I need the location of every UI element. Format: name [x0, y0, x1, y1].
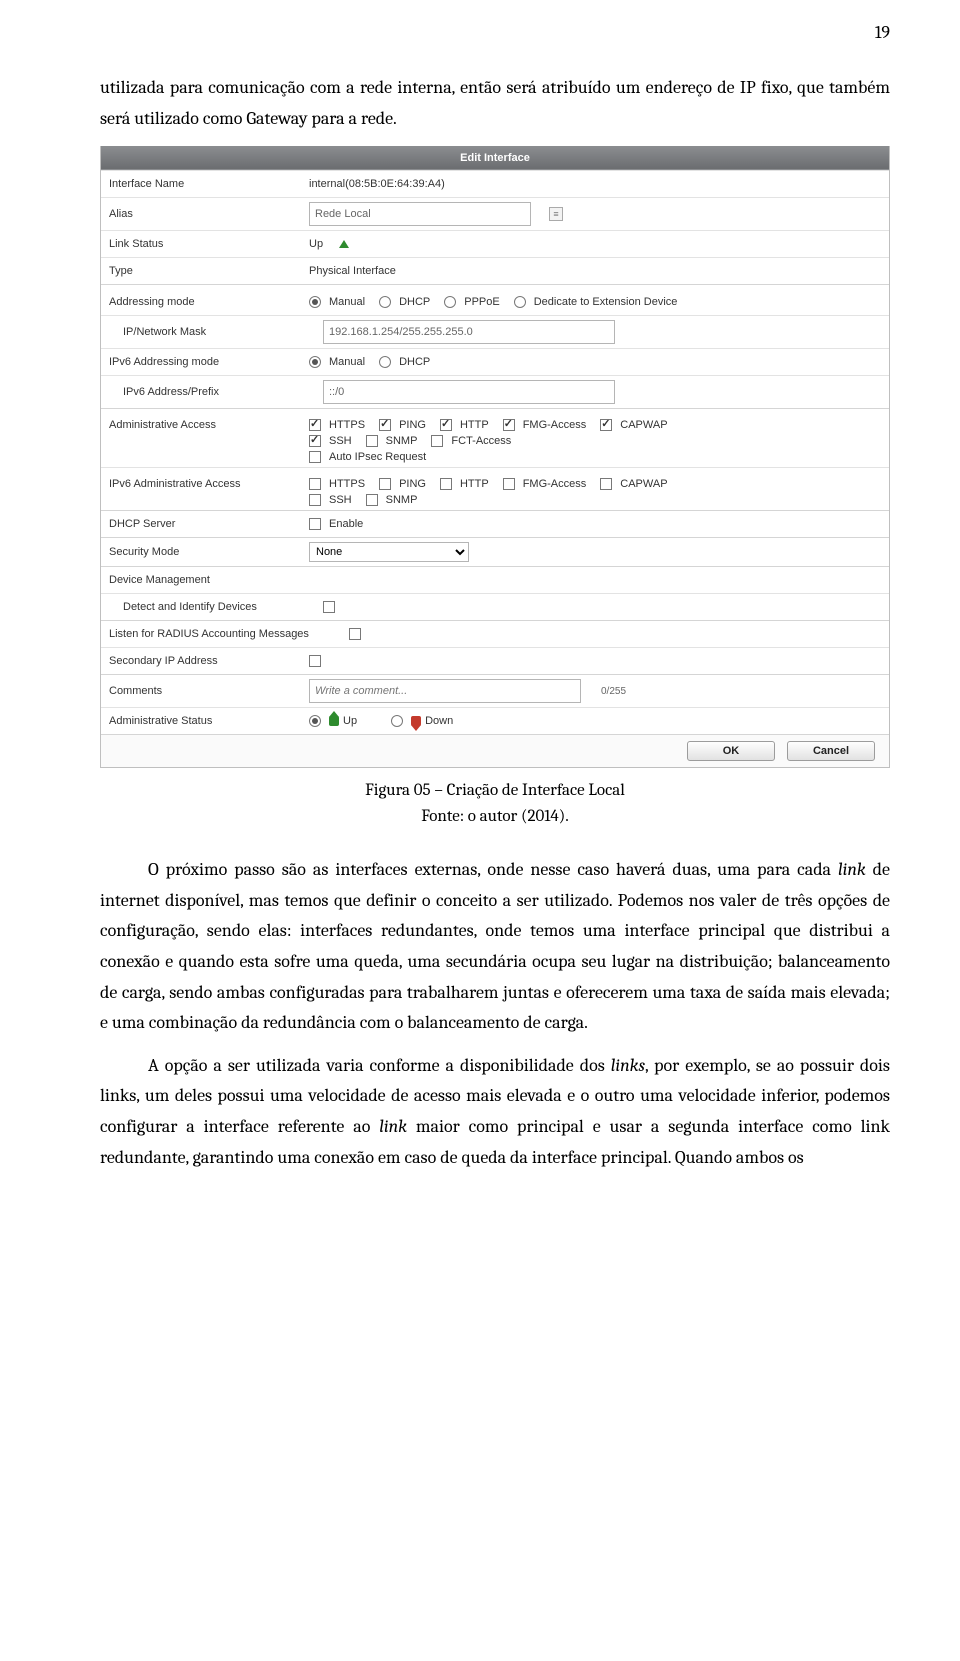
arrow-up-icon [339, 240, 349, 248]
chk-ping[interactable]: PING [379, 419, 426, 431]
chk-snmp[interactable]: SNMP [366, 435, 418, 447]
radio-dedicate[interactable]: Dedicate to Extension Device [514, 296, 678, 308]
comments-input[interactable] [309, 679, 581, 703]
checkbox-icon [366, 494, 378, 506]
radio-status-up[interactable]: Up [309, 715, 357, 727]
value-type: Physical Interface [305, 261, 889, 281]
radio-icon [391, 715, 403, 727]
checkbox-icon [431, 435, 443, 447]
label-link-status: Link Status [101, 234, 305, 254]
checkbox-icon [440, 478, 452, 490]
radio-icon [444, 296, 456, 308]
label-admin-access: Administrative Access [101, 415, 305, 435]
security-mode-select[interactable]: None [309, 542, 469, 562]
page-number: 19 [100, 22, 890, 43]
radio-status-down[interactable]: Down [391, 715, 453, 727]
chk-https[interactable]: HTTPS [309, 419, 365, 431]
chk-autoipsec[interactable]: Auto IPsec Request [309, 451, 426, 463]
figure-caption: Figura 05 – Criação de Interface Local F… [100, 778, 890, 829]
radio-icon [514, 296, 526, 308]
chk-http[interactable]: HTTP [440, 419, 489, 431]
label-radius: Listen for RADIUS Accounting Messages [101, 624, 345, 644]
checkbox-icon [503, 478, 515, 490]
up-icon [329, 716, 339, 726]
radio-dhcp[interactable]: DHCP [379, 296, 430, 308]
chk-dhcp-enable[interactable]: Enable [309, 518, 363, 530]
checkbox-icon [503, 419, 515, 431]
caption-source: Fonte: o autor (2014). [421, 807, 569, 826]
label-admin-status: Administrative Status [101, 711, 305, 731]
cancel-button[interactable]: Cancel [787, 741, 875, 761]
label-detect-devices: Detect and Identify Devices [101, 597, 319, 617]
ok-button[interactable]: OK [687, 741, 775, 761]
value-interface-name: internal(08:5B:0E:64:39:A4) [305, 174, 889, 194]
label-type: Type [101, 261, 305, 281]
ip-mask-input[interactable] [323, 320, 615, 344]
chk6-https[interactable]: HTTPS [309, 478, 365, 490]
radio-icon [309, 356, 321, 368]
down-icon [411, 716, 421, 726]
chk6-snmp[interactable]: SNMP [366, 494, 418, 506]
radio-pppoe[interactable]: PPPoE [444, 296, 499, 308]
radio-icon [309, 296, 321, 308]
chk-secondary-ip[interactable] [309, 655, 325, 667]
radio-manual[interactable]: Manual [309, 296, 365, 308]
paragraph-2: O próximo passo são as interfaces extern… [100, 855, 890, 1039]
chk-fmg[interactable]: FMG-Access [503, 419, 587, 431]
ipv6-prefix-input[interactable] [323, 380, 615, 404]
caption-title: Figura 05 – Criação de Interface Local [365, 781, 625, 800]
checkbox-icon [349, 628, 361, 640]
label-secondary-ip: Secondary IP Address [101, 651, 305, 671]
p1-text: utilizada para comunicação com a rede in… [100, 77, 890, 129]
comments-counter: 0/255 [601, 686, 626, 697]
checkbox-icon [379, 478, 391, 490]
radio-icon [379, 296, 391, 308]
link-status-text: Up [309, 238, 323, 250]
radio-ipv6-manual[interactable]: Manual [309, 356, 365, 368]
label-ipv6-prefix: IPv6 Address/Prefix [101, 382, 319, 402]
history-icon[interactable]: ≡ [549, 207, 563, 221]
label-ipv6-mode: IPv6 Addressing mode [101, 352, 305, 372]
checkbox-icon [309, 435, 321, 447]
label-addressing-mode: Addressing mode [101, 292, 305, 312]
chk-radius[interactable] [349, 628, 365, 640]
label-interface-name: Interface Name [101, 174, 305, 194]
chk6-capwap[interactable]: CAPWAP [600, 478, 667, 490]
chk6-ssh[interactable]: SSH [309, 494, 352, 506]
chk6-fmg[interactable]: FMG-Access [503, 478, 587, 490]
chk-capwap[interactable]: CAPWAP [600, 419, 667, 431]
chk-ssh[interactable]: SSH [309, 435, 352, 447]
label-alias: Alias [101, 204, 305, 224]
chk-fct[interactable]: FCT-Access [431, 435, 511, 447]
radio-icon [379, 356, 391, 368]
label-ipv6-admin-access: IPv6 Administrative Access [101, 474, 305, 494]
chk-detect[interactable] [323, 601, 339, 613]
radio-ipv6-dhcp[interactable]: DHCP [379, 356, 430, 368]
label-dhcp-server: DHCP Server [101, 514, 305, 534]
label-comments: Comments [101, 681, 305, 701]
panel-title: Edit Interface [101, 146, 889, 170]
label-ip-mask: IP/Network Mask [101, 322, 319, 342]
checkbox-icon [309, 419, 321, 431]
radio-icon [309, 715, 321, 727]
checkbox-icon [309, 655, 321, 667]
label-security-mode: Security Mode [101, 542, 305, 562]
checkbox-icon [309, 451, 321, 463]
paragraph-1: utilizada para comunicação com a rede in… [100, 73, 890, 134]
alias-input[interactable] [309, 202, 531, 226]
chk6-http[interactable]: HTTP [440, 478, 489, 490]
checkbox-icon [600, 478, 612, 490]
checkbox-icon [309, 494, 321, 506]
label-device-management: Device Management [101, 570, 305, 590]
checkbox-icon [600, 419, 612, 431]
checkbox-icon [379, 419, 391, 431]
checkbox-icon [323, 601, 335, 613]
figure-screenshot: Edit Interface Interface Nameinternal(08… [100, 146, 890, 768]
checkbox-icon [366, 435, 378, 447]
paragraph-3: A opção a ser utilizada varia conforme a… [100, 1051, 890, 1173]
chk6-ping[interactable]: PING [379, 478, 426, 490]
checkbox-icon [309, 478, 321, 490]
checkbox-icon [440, 419, 452, 431]
checkbox-icon [309, 518, 321, 530]
